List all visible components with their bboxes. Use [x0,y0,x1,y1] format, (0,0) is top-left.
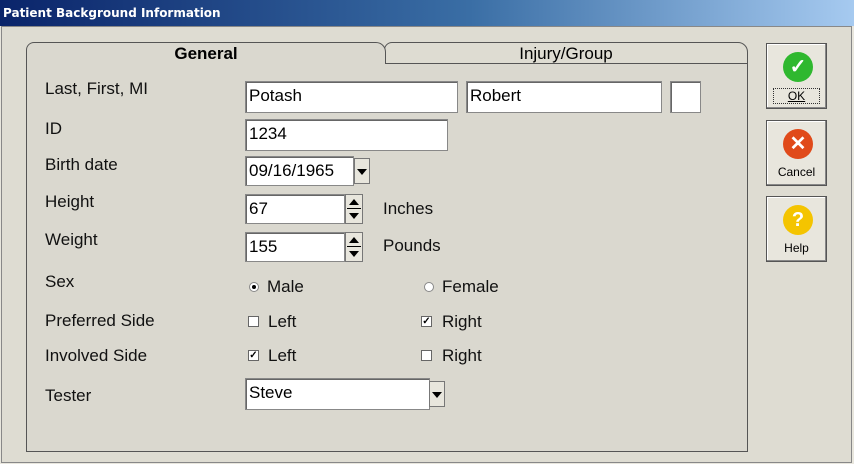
spin-down-icon [349,251,359,257]
spin-up-icon [349,199,359,205]
question-circle-icon: ? [783,205,813,235]
weight-label: Weight [45,230,98,249]
involved-right-label: Right [442,346,482,365]
first-name-field[interactable]: Robert [466,81,662,113]
preferred-left-checkbox[interactable] [248,316,259,327]
last-name-field[interactable]: Potash [245,81,458,113]
weight-field[interactable]: 155 [245,232,345,262]
preferred-right-label: Right [442,312,482,331]
tester-select[interactable]: Steve [245,378,430,410]
tab-general[interactable]: General [26,42,386,64]
involved-side-label: Involved Side [45,346,148,365]
chevron-down-icon [357,169,367,175]
sex-male-radio[interactable] [249,282,259,292]
height-unit: Inches [383,199,434,218]
preferred-left-label: Left [268,312,297,331]
name-label: Last, First, MI [45,79,148,98]
involved-right-checkbox[interactable] [421,350,432,361]
help-button-label: Help [784,241,809,255]
sex-label: Sex [45,272,75,291]
middle-initial-field[interactable] [670,81,701,113]
tab-injury-group[interactable]: Injury/Group [384,42,748,64]
tester-dropdown-button[interactable] [429,381,445,407]
weight-spinner[interactable] [345,232,363,262]
height-spinner[interactable] [345,194,363,224]
cancel-button[interactable]: ✕ Cancel [766,120,827,186]
preferred-side-label: Preferred Side [45,311,155,330]
sex-female-label: Female [442,277,499,296]
window-title: Patient Background Information [3,6,221,20]
x-circle-icon: ✕ [783,129,813,159]
id-field[interactable]: 1234 [245,119,448,151]
chevron-down-icon [432,392,442,398]
height-label: Height [45,192,95,211]
spin-divider [347,208,361,209]
weight-unit: Pounds [383,236,441,255]
ok-button[interactable]: ✓ OK [766,43,827,109]
spin-up-icon [349,237,359,243]
window-titlebar: Patient Background Information [0,0,854,26]
ok-button-label: OK [773,88,820,104]
birth-date-field[interactable]: 09/16/1965 [245,156,354,186]
cancel-button-label: Cancel [777,165,816,179]
spin-divider [347,246,361,247]
sex-female-radio[interactable] [424,282,434,292]
involved-left-checkbox[interactable]: ✓ [248,350,259,361]
birth-date-label: Birth date [45,155,118,174]
sex-male-label: Male [267,277,304,296]
check-circle-icon: ✓ [783,52,813,82]
id-label: ID [45,119,62,138]
birth-date-dropdown-button[interactable] [354,158,370,184]
tester-label: Tester [45,386,92,405]
involved-left-label: Left [268,346,297,365]
help-button[interactable]: ? Help [766,196,827,262]
spin-down-icon [349,213,359,219]
preferred-right-checkbox[interactable]: ✓ [421,316,432,327]
height-field[interactable]: 67 [245,194,345,224]
